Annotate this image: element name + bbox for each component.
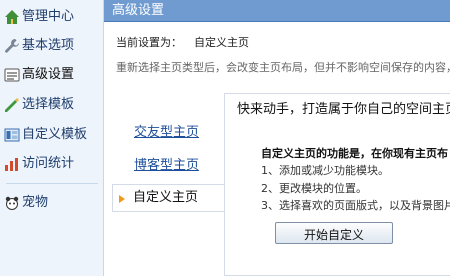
home-icon [5,10,19,24]
wrench-icon [5,39,19,53]
feature-title: 自定义主页的功能是，在你现有主页布 [261,147,448,160]
tab-custom-homepage[interactable]: 自定义主页 [112,184,224,212]
nav-label: 选择模板 [22,97,75,112]
nav-item-choose-template[interactable]: 选择模板 [0,94,104,116]
current-setting-label: 当前设置为： [116,36,182,49]
start-custom-button-label: 开始自定义 [303,228,364,242]
nav-label: 管理中心 [22,9,75,24]
template-icon [4,128,20,142]
nav-item-pet[interactable]: 宠物 [0,192,104,214]
custom-homepage-content: 快来动手，打造属于你自己的空间主页 自定义主页的功能是，在你现有主页布 1、添加… [224,93,450,276]
nav-item-management-center[interactable]: 管理中心 [0,6,104,28]
layout-note: 重新选择主页类型后，会改变主页布局，但并不影响空间保存的内容，以 [116,61,450,74]
panel-titlebar: 高级设置 [104,0,450,22]
sidebar: 管理中心 基本选项 高级设置 选择模板 自定义模板 访问统计 宠物 [0,0,104,276]
nav-item-visit-stats[interactable]: 访问统计 [0,153,104,175]
current-setting-value: 自定义主页 [194,36,249,49]
stats-icon [5,158,18,171]
current-setting: 当前设置为： 自定义主页 [116,34,249,50]
start-custom-button[interactable]: 开始自定义 [275,222,393,244]
nav-label: 高级设置 [22,67,75,82]
settings-icon [4,68,20,82]
banner-text: 快来动手，打造属于你自己的空间主页 [237,102,450,117]
feature-item: 2、更改模块的位置。 [261,182,367,195]
main-panel: 高级设置 当前设置为： 自定义主页 重新选择主页类型后，会改变主页布局，但并不影响… [104,0,450,276]
tab-label: 自定义主页 [133,190,199,205]
nav-label: 宠物 [22,195,49,210]
nav-label: 基本选项 [22,38,75,53]
selected-arrow-icon [119,195,125,203]
feature-item: 1、添加或减少功能模块。 [261,164,389,177]
nav-item-basic-options[interactable]: 基本选项 [0,35,104,57]
nav-item-custom-template[interactable]: 自定义模板 [0,124,104,146]
panel-title: 高级设置 [112,3,165,18]
tab-friend-homepage[interactable]: 交友型主页 [112,119,224,147]
pencil-icon [5,98,19,112]
sidebar-divider [6,183,98,184]
nav-item-advanced-settings[interactable]: 高级设置 [0,64,104,86]
tab-label: 交友型主页 [134,125,200,140]
content-banner: 快来动手，打造属于你自己的空间主页 [225,94,450,118]
nav-label: 自定义模板 [22,127,88,142]
tab-label: 博客型主页 [134,158,200,173]
pet-icon [5,196,19,210]
nav-label: 访问统计 [22,156,75,171]
feature-item: 3、选择喜欢的页面版式，以及背景图片。 [261,199,450,212]
tab-blog-homepage[interactable]: 博客型主页 [112,152,224,180]
